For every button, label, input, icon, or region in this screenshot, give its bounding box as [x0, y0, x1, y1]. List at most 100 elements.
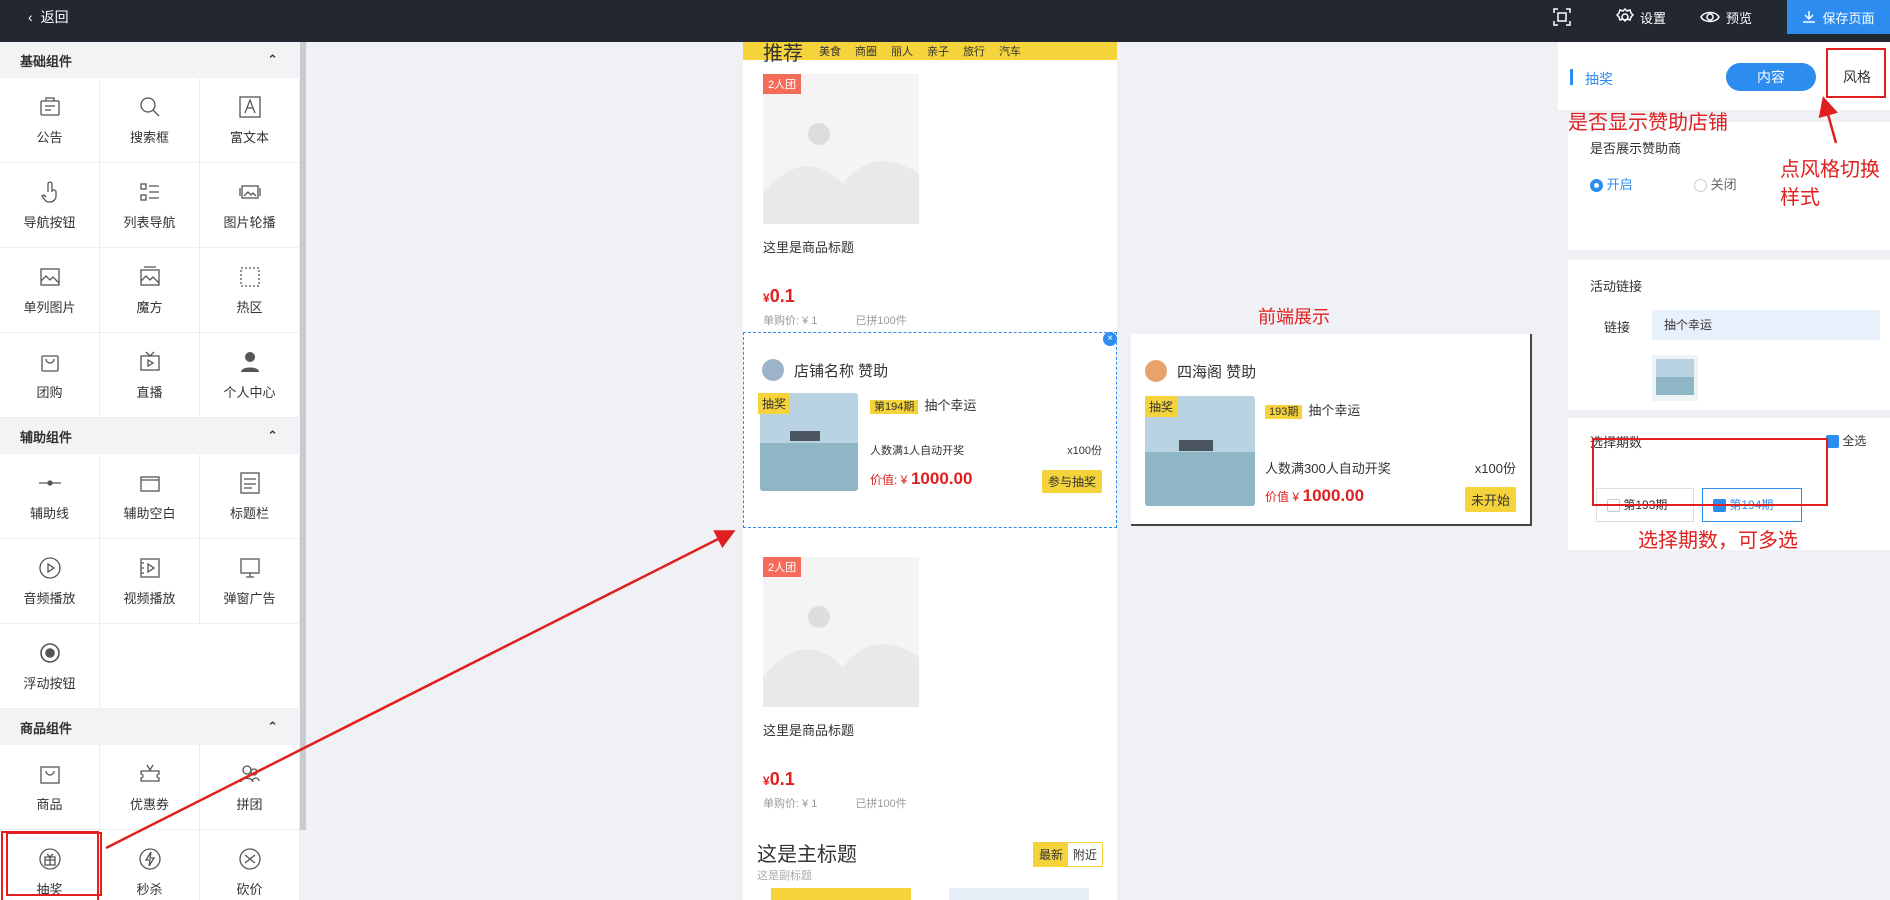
highlight-periods [1592, 438, 1828, 506]
radio-off[interactable]: 关闭 [1694, 174, 1737, 193]
radio-on-icon [1590, 179, 1603, 193]
close-icon[interactable]: × [1103, 332, 1117, 346]
top-bar: ‹ 返回 设置 预览 保存页面 [0, 0, 1890, 42]
component-aux-blank[interactable]: 辅助空白 [100, 454, 200, 539]
tv-icon [139, 351, 160, 371]
settings-button[interactable]: 设置 [1616, 0, 1666, 34]
product-card[interactable]: 2人团 这里是商品标题 ¥0.1 单购价: ¥ 1 已拼100件 [743, 60, 1117, 347]
component-video[interactable]: 视频播放 [100, 539, 200, 624]
lottery-tag: 抽奖 [758, 393, 791, 414]
hotspot-icon [239, 266, 260, 287]
banner-image [949, 888, 1089, 900]
component-group-buy[interactable]: 团购 [0, 333, 100, 418]
component-search[interactable]: 搜索框 [100, 78, 200, 163]
section-auxiliary[interactable]: 辅助组件 ⌃ [0, 418, 300, 454]
section-goods[interactable]: 商品组件 ⌃ [0, 709, 300, 745]
status-badge: 未开始 [1464, 487, 1516, 512]
join-lottery-button[interactable]: 参与抽奖 [1041, 470, 1102, 493]
touch-icon [40, 180, 57, 203]
notice-icon [39, 96, 60, 116]
sold-count: 已拼100件 [855, 798, 907, 810]
group-icon [239, 764, 260, 782]
save-page-button[interactable]: 保存页面 [1787, 0, 1890, 34]
category-item[interactable]: 商圈 [855, 43, 877, 59]
value-label: 价值 ¥ [1265, 490, 1300, 504]
component-nav-button[interactable]: 导航按钮 [0, 163, 100, 248]
fullscreen-button[interactable] [1553, 0, 1571, 34]
single-price: 单购价: ¥ 1 [763, 315, 818, 327]
preview-button[interactable]: 预览 [1700, 0, 1752, 34]
product-title: 这里是商品标题 [763, 723, 855, 738]
avatar [762, 359, 784, 381]
back-button[interactable]: ‹ 返回 [28, 0, 69, 34]
component-goods[interactable]: 商品 [0, 745, 100, 830]
bag-icon [40, 354, 59, 372]
component-float-button[interactable]: 浮动按钮 [0, 624, 100, 709]
group-tag: 2人团 [763, 557, 802, 577]
tab-content[interactable]: 内容 [1726, 63, 1816, 91]
lottery-card-selected[interactable]: 店铺名称 赞助 抽奖 第194期 抽个幸运 人数满1人自动开奖 x100份 价值:… [743, 332, 1117, 528]
component-popup-ad[interactable]: 弹窗广告 [200, 539, 300, 624]
chevron-left-icon: ‹ [28, 9, 33, 25]
component-list-nav[interactable]: 列表导航 [100, 163, 200, 248]
component-single-image[interactable]: 单列图片 [0, 248, 100, 333]
link-input[interactable]: 抽个幸运 [1652, 310, 1880, 340]
title-icon [239, 471, 260, 494]
image-icon [39, 267, 60, 286]
component-rich-text[interactable]: 富文本 [200, 78, 300, 163]
category-item[interactable]: 亲子 [927, 43, 949, 59]
ad-icon [239, 557, 260, 578]
period-tag: 第194期 [870, 400, 919, 414]
category-item[interactable]: 美食 [819, 43, 841, 59]
category-item[interactable]: 丽人 [891, 43, 913, 59]
eye-icon [1700, 11, 1720, 23]
section-basic[interactable]: 基础组件 ⌃ [0, 42, 300, 78]
component-coupon[interactable]: 优惠券 [100, 745, 200, 830]
banner-image [771, 888, 911, 900]
tab-newest[interactable]: 最新 [1033, 843, 1068, 866]
component-notice[interactable]: 公告 [0, 78, 100, 163]
component-live[interactable]: 直播 [100, 333, 200, 418]
bargain-icon [238, 847, 261, 870]
select-all-checkbox[interactable]: 全选 [1826, 432, 1866, 449]
component-group[interactable]: 拼团 [200, 745, 300, 830]
component-cube[interactable]: 魔方 [100, 248, 200, 333]
image-placeholder-icon [763, 74, 919, 224]
component-carousel[interactable]: 图片轮播 [200, 163, 300, 248]
sidebar-scrollbar[interactable] [300, 42, 306, 830]
settings-label: 设置 [1640, 10, 1667, 26]
chevron-up-icon: ⌃ [267, 52, 278, 67]
lottery-count: x100份 [1474, 461, 1516, 476]
audio-icon [38, 556, 61, 579]
fullscreen-icon [1553, 8, 1571, 26]
component-audio[interactable]: 音频播放 [0, 539, 100, 624]
link-label: 链接 [1604, 320, 1631, 335]
lottery-rule: 人数满300人自动开奖 [1265, 461, 1391, 476]
radio-off-icon [1694, 179, 1707, 193]
chevron-up-icon: ⌃ [267, 428, 278, 443]
download-icon [1803, 11, 1816, 23]
category-item[interactable]: 汽车 [999, 43, 1021, 59]
component-hotspot[interactable]: 热区 [200, 248, 300, 333]
product-price: ¥0.1 [763, 286, 795, 306]
radio-on[interactable]: 开启 [1590, 174, 1633, 193]
component-bargain[interactable]: 砍价 [200, 830, 300, 900]
category-item[interactable]: 旅行 [963, 43, 985, 59]
annotation-frontend: 前端展示 [1258, 307, 1330, 327]
highlight-lottery-component [6, 832, 102, 896]
component-user-center[interactable]: 个人中心 [200, 333, 300, 418]
tab-nearby[interactable]: 附近 [1068, 843, 1102, 866]
list-icon [139, 182, 159, 201]
cube-icon [139, 265, 160, 286]
lottery-count: x100份 [1067, 445, 1102, 457]
component-title-bar[interactable]: 标题栏 [200, 454, 300, 539]
title-tabs: 最新 附近 [1032, 842, 1103, 867]
empty-cell [100, 624, 200, 709]
coupon-icon [139, 764, 160, 782]
sold-count: 已拼100件 [855, 315, 907, 327]
component-flash-sale[interactable]: 秒杀 [100, 830, 200, 900]
search-icon [139, 96, 159, 116]
activity-label: 活动链接 [1590, 279, 1643, 294]
product-card[interactable]: 2人团 这里是商品标题 ¥0.1 单购价: ¥ 1 已拼100件 [743, 543, 1117, 830]
component-aux-line[interactable]: 辅助线 [0, 454, 100, 539]
